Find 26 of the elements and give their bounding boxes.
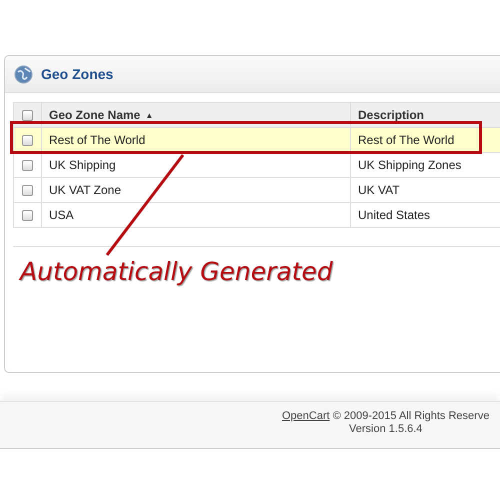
annotation-text: Automatically Generated: [20, 257, 333, 286]
checkbox[interactable]: [22, 210, 33, 220]
column-header[interactable]: Geo Zone Name: [49, 108, 140, 122]
table-cell: UK Shipping Zones: [358, 158, 462, 172]
table-cell: UK VAT: [358, 183, 400, 197]
table-row[interactable]: UK VAT Zone UK VAT: [14, 177, 500, 202]
table-cell: UK VAT Zone: [49, 183, 122, 197]
table-row[interactable]: UK Shipping UK Shipping Zones: [14, 152, 500, 177]
table-cell: USA: [49, 208, 74, 222]
table-cell: United States: [358, 208, 430, 222]
highlighted-row[interactable]: Rest of The World Rest of The World: [14, 127, 500, 152]
column-header[interactable]: Description: [358, 108, 424, 122]
panel-title: Geo Zones: [41, 66, 114, 82]
table-cell: Rest of The World: [49, 133, 146, 147]
copyright-text: OpenCart © 2009-2015 All Rights Reserve: [282, 410, 490, 423]
checkbox[interactable]: [22, 160, 33, 170]
checkbox[interactable]: [22, 110, 33, 120]
version-text: Version 1.5.6.4: [349, 423, 422, 436]
sort-indicator[interactable]: ▲: [145, 110, 154, 120]
checkbox[interactable]: [22, 134, 33, 146]
table-cell: UK Shipping: [49, 158, 116, 172]
globe-icon: [14, 64, 33, 84]
checkbox[interactable]: [22, 184, 33, 196]
table-cell: Rest of The World: [358, 133, 454, 147]
opencart-link[interactable]: OpenCart: [282, 410, 330, 422]
table-row[interactable]: USA United States: [14, 202, 500, 227]
